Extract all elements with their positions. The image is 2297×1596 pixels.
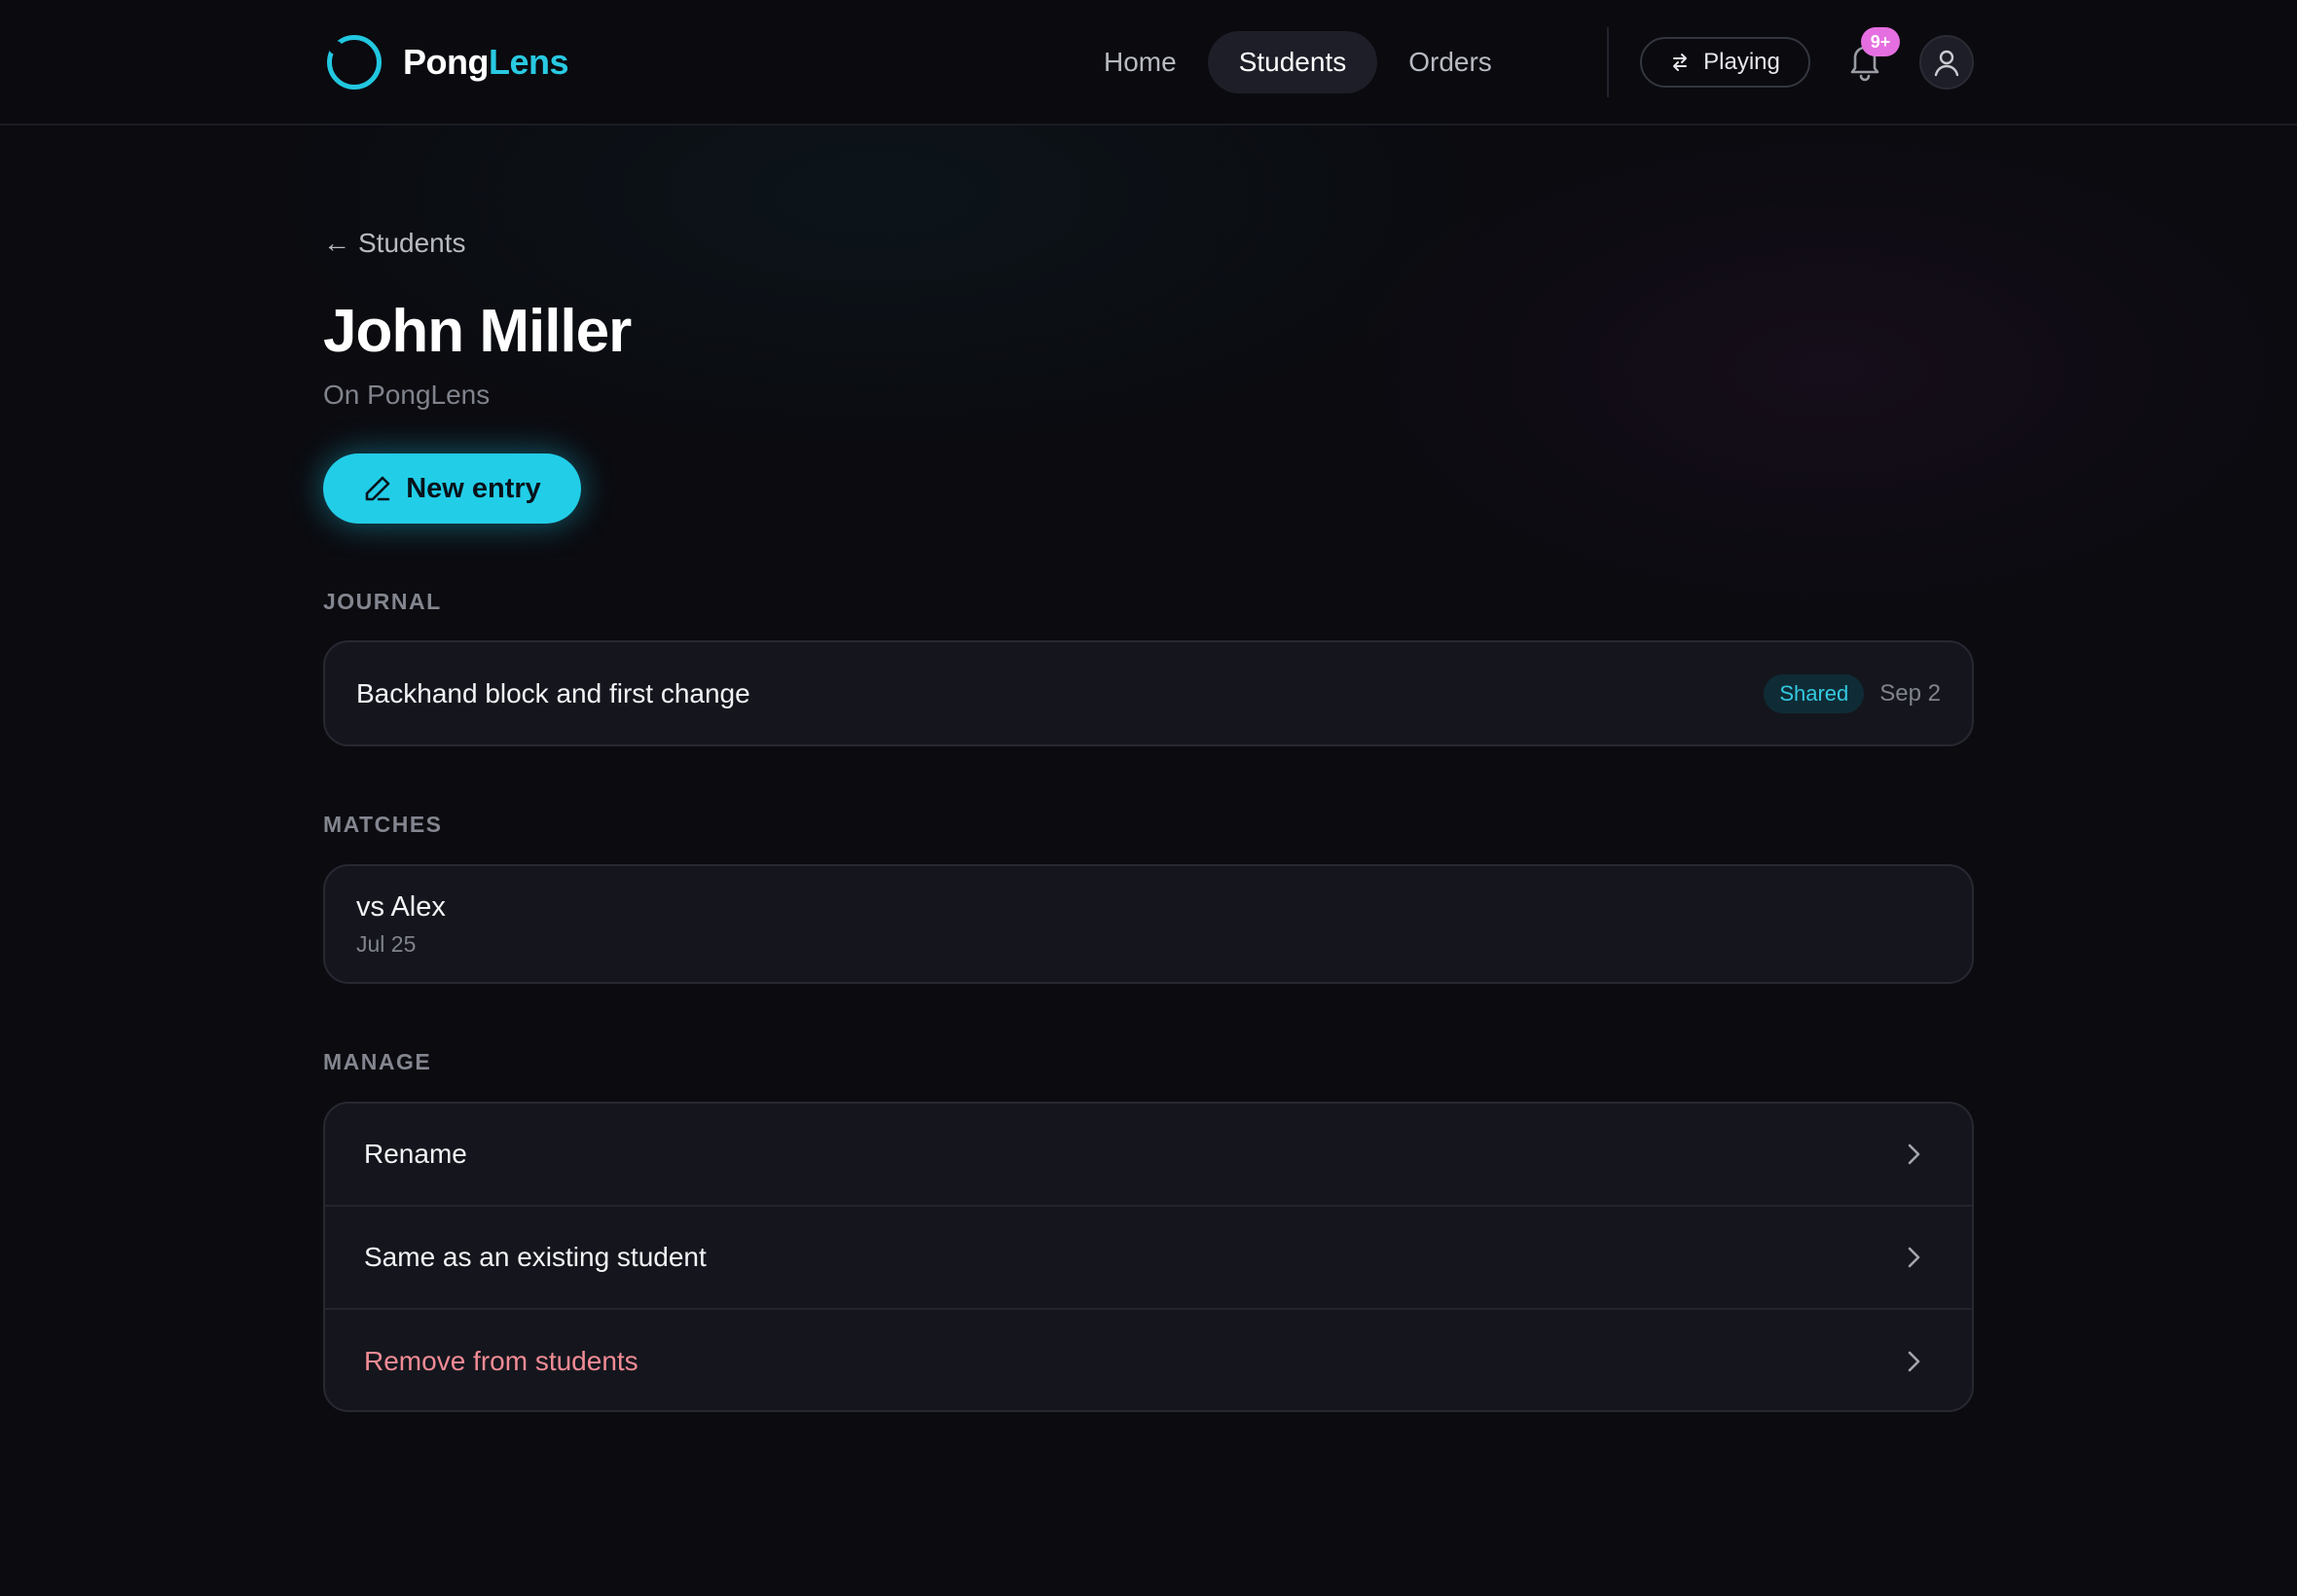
manage-section-label: MANAGE bbox=[323, 1049, 432, 1074]
pencil-icon bbox=[365, 476, 390, 501]
rename-option[interactable]: Rename bbox=[325, 1104, 1972, 1207]
nav-home[interactable]: Home bbox=[1073, 31, 1208, 93]
top-bar: PongLens Home Students Orders Playing 9+ bbox=[0, 0, 2297, 126]
merge-student-label: Same as an existing student bbox=[364, 1242, 707, 1272]
main-nav: Home Students Orders bbox=[1073, 31, 1523, 93]
shared-badge: Shared bbox=[1764, 673, 1865, 713]
page-title: John Miller bbox=[323, 298, 632, 365]
journal-entry-title: Backhand block and first change bbox=[356, 677, 750, 708]
swap-icon bbox=[1673, 54, 1688, 71]
journal-entry-date: Sep 2 bbox=[1879, 679, 1941, 707]
app-name-part2: Lens bbox=[488, 42, 569, 82]
match-date: Jul 25 bbox=[356, 931, 417, 957]
app-name-part1: Pong bbox=[403, 42, 489, 82]
matches-section-label: MATCHES bbox=[323, 812, 443, 837]
logo-ring-icon bbox=[327, 35, 382, 90]
match-title: vs Alex bbox=[356, 891, 446, 923]
journal-section-label: JOURNAL bbox=[323, 589, 442, 614]
page-subtitle: On PongLens bbox=[323, 380, 491, 410]
user-avatar[interactable] bbox=[1919, 35, 1974, 90]
nav-divider bbox=[1607, 27, 1609, 97]
back-label: Students bbox=[358, 228, 466, 258]
remove-student-label: Remove from students bbox=[364, 1346, 638, 1376]
app-name: PongLens bbox=[403, 42, 569, 83]
chevron-right-icon bbox=[1908, 1351, 1920, 1372]
nav-students[interactable]: Students bbox=[1207, 31, 1378, 93]
app-logo[interactable]: PongLens bbox=[327, 35, 569, 90]
remove-student-option[interactable]: Remove from students bbox=[325, 1310, 1972, 1410]
chevron-right-icon bbox=[1908, 1247, 1920, 1268]
back-link[interactable]: ← Students bbox=[323, 228, 466, 259]
manage-list: Rename Same as an existing student Remov… bbox=[323, 1102, 1974, 1412]
merge-student-option[interactable]: Same as an existing student bbox=[325, 1207, 1972, 1310]
match-item[interactable]: vs Alex Jul 25 bbox=[323, 864, 1974, 984]
playing-label: Playing bbox=[1703, 49, 1780, 75]
arrow-left-icon: ← bbox=[323, 228, 350, 258]
chevron-right-icon bbox=[1908, 1143, 1920, 1165]
new-entry-label: New entry bbox=[406, 472, 541, 504]
journal-entry[interactable]: Backhand block and first change Shared S… bbox=[323, 640, 1974, 746]
nav-orders[interactable]: Orders bbox=[1377, 31, 1523, 93]
user-icon bbox=[1934, 50, 1959, 77]
notification-badge: 9+ bbox=[1861, 27, 1900, 56]
rename-label: Rename bbox=[364, 1139, 467, 1169]
playing-button[interactable]: Playing bbox=[1640, 37, 1810, 88]
new-entry-button[interactable]: New entry bbox=[323, 453, 581, 524]
